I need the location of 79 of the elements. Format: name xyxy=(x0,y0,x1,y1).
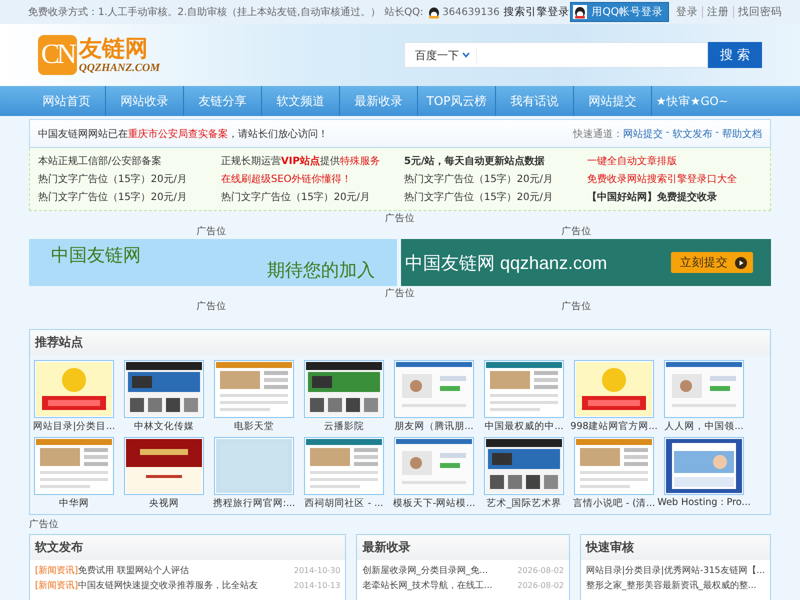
site-link[interactable]: 998建站网官方网... xyxy=(570,420,658,433)
site-link[interactable]: Web Hosting : Pro... xyxy=(657,497,751,508)
ad-slot-label: 广告位 xyxy=(29,519,59,530)
quick-link[interactable]: 软文发布 xyxy=(672,126,712,140)
notice-message: 中国友链网网站已在重庆市公安局查实备案，请站长们放心访问！ xyxy=(38,128,328,140)
site-link[interactable]: 西祠胡同社区 - ... xyxy=(304,497,384,510)
site-link[interactable]: 艺术_国际艺术界 xyxy=(486,497,562,510)
quick-link[interactable]: 网站提交 xyxy=(622,126,663,140)
text-ad-link[interactable]: 本站正规工信部/公安部备案 xyxy=(38,154,221,168)
text-ad-link[interactable]: 热门文字广告位（15字）20元/月 xyxy=(404,190,587,204)
date-text: 2026-08-02 xyxy=(517,581,564,590)
search-login-link[interactable]: 搜索引擎登录 xyxy=(504,5,570,19)
ad-slot-label: 广告位 xyxy=(385,287,415,300)
text-ad-link[interactable]: 热门文字广告位（15字）20元/月 xyxy=(38,172,221,186)
site-link[interactable]: 电影天堂 xyxy=(234,420,274,433)
ad-slot-label: 广告位 xyxy=(196,225,226,238)
ad-slot-label: 广告位 xyxy=(562,225,592,238)
banner-title: 中国友链网 qqzhanz.com xyxy=(405,252,608,274)
article-link[interactable]: 整形之家_整形美容最新资讯_最权威的整... xyxy=(586,579,757,592)
date-text: 2014-10-13 xyxy=(294,581,340,590)
text-ad-link[interactable]: 【中国好站网】免费提交收录 xyxy=(587,190,762,204)
ad-banner[interactable]: 中国友链网 期待您的加入 xyxy=(29,239,397,286)
text-ad-link[interactable]: 免费收录网站搜索引擎登录口大全 xyxy=(587,172,762,186)
account-link[interactable]: 登录 xyxy=(676,5,698,19)
panel-title: 最新收录 xyxy=(362,539,410,556)
search-field[interactable]: 百度一下 xyxy=(404,42,708,68)
penguin-icon xyxy=(427,5,442,19)
site-link[interactable]: 网站目录|分类目... xyxy=(32,420,116,433)
site-link[interactable]: 携程旅行网官网:... xyxy=(212,497,296,510)
text-ad-link[interactable]: 热门文字广告位（15字）20元/月 xyxy=(221,190,404,204)
submit-now-button[interactable]: 立刻提交 xyxy=(671,252,753,273)
qq-label: 站长QQ: xyxy=(384,6,424,19)
text-ad-link[interactable]: 正规长期运营VIP站点提供特殊服务 xyxy=(221,154,404,168)
article-link[interactable]: 老牵站长网_技术导航，在线工... xyxy=(362,579,492,592)
text-ad-link[interactable]: 5元/站，每天自动更新站点数据 xyxy=(404,154,587,168)
qq-login-button[interactable]: 用QQ帐号登录 xyxy=(570,2,669,22)
site-link[interactable]: 央视网 xyxy=(149,497,179,510)
article-link[interactable]: 创新屋收录网_分类目录网_免... xyxy=(362,564,488,577)
text-ad-link[interactable]: 在线刷超级SEO外链你懂得！ xyxy=(221,172,404,186)
ad-slot-label: 广告位 xyxy=(562,300,592,313)
article-link[interactable]: [新闻资讯]免费试用 联盟网站个人评估 xyxy=(35,564,189,577)
text-ad-link[interactable]: 热门文字广告位（15字）20元/月 xyxy=(38,190,221,204)
penguin-icon xyxy=(573,5,588,19)
site-link[interactable]: 人人网，中国领... xyxy=(664,420,744,433)
article-link[interactable]: [新闻资讯]中国友链网快速提交收录推荐服务，比全站友 xyxy=(35,579,258,592)
text-ad-link[interactable]: 一键全自动文章排版 xyxy=(587,154,762,168)
caret-icon xyxy=(462,52,470,58)
notice-text: 免费收录方式：1.人工手动审核。2.自助审核（挂上本站友链,自动审核通过。） xyxy=(28,6,380,19)
quick-link[interactable]: 帮助文档 xyxy=(722,126,762,140)
article-link[interactable]: 网站目录|分类目录|优秀网站-315友链网【... xyxy=(586,564,765,577)
qq-number: 364639136 xyxy=(442,6,500,18)
separator-text: - xyxy=(715,126,719,140)
quick-label: 快速通道： xyxy=(572,128,623,140)
ad-slot-label: 广告位 xyxy=(385,212,415,225)
separator-text: - xyxy=(666,126,670,140)
account-link[interactable]: 找回密码 xyxy=(738,5,782,19)
date-text: 2026-08-02 xyxy=(517,566,564,575)
site-link[interactable]: 中国最权威的中... xyxy=(484,420,564,433)
search-button[interactable]: 搜 索 xyxy=(708,42,762,68)
panel-title: 推荐站点 xyxy=(35,334,83,351)
banner-slogan: 期待您的加入 xyxy=(267,259,375,282)
site-link[interactable]: 中林文化传媒 xyxy=(134,420,194,433)
site-link[interactable]: 朋友网（腾讯朋... xyxy=(394,420,474,433)
logo-badge: CN xyxy=(38,35,77,75)
account-link[interactable]: 注册 xyxy=(707,5,729,19)
text-ad-link[interactable]: 热门文字广告位（15字）20元/月 xyxy=(404,172,587,186)
logo-domain: QQZHANZ.COM xyxy=(78,62,160,74)
banner-title: 中国友链网 xyxy=(51,244,141,267)
logo-title: 友链网 xyxy=(78,36,149,62)
panel-title: 快速审核 xyxy=(586,539,634,556)
play-icon xyxy=(735,256,747,268)
site-link[interactable]: 言情小说吧 - (清... xyxy=(572,497,656,510)
date-text: 2014-10-30 xyxy=(294,566,340,575)
site-link[interactable]: 中华网 xyxy=(59,497,89,510)
site-link[interactable]: 云播影院 xyxy=(324,420,364,433)
ad-slot-label: 广告位 xyxy=(196,300,226,313)
ad-banner[interactable]: 中国友链网 qqzhanz.com 立刻提交 xyxy=(401,239,771,286)
panel-title: 软文发布 xyxy=(35,539,83,556)
site-link[interactable]: 模板天下-网站模... xyxy=(392,497,476,510)
